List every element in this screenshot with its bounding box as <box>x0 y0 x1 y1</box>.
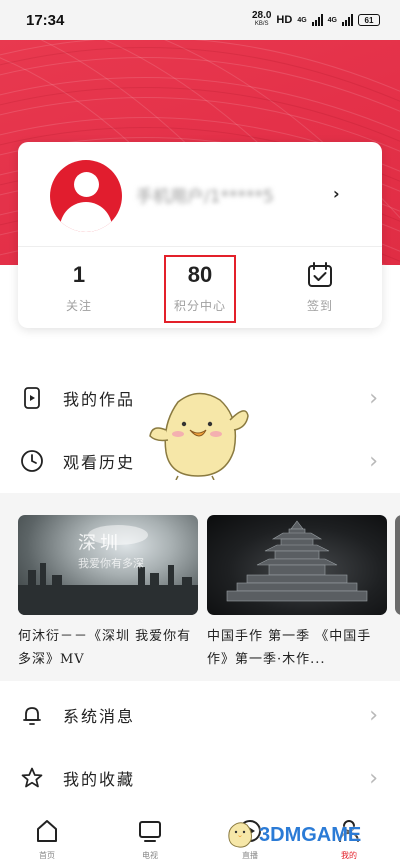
tv-icon <box>139 821 161 842</box>
my-favorites-label: 我的收藏 <box>63 770 136 789</box>
nav-home[interactable]: 首页 <box>12 818 82 861</box>
signal-label-2: 4G <box>327 16 337 24</box>
highlight-annotation-box <box>164 255 236 323</box>
system-messages-label: 系统消息 <box>63 707 136 726</box>
checkin-icon-wrap <box>270 260 370 290</box>
clock-icon <box>21 450 43 472</box>
follow-count: 1 <box>72 262 86 287</box>
checkin-stat[interactable]: 签到 <box>270 260 370 314</box>
calendar-check-icon <box>308 262 332 287</box>
phone-icon <box>24 387 40 409</box>
mascot-chick-icon <box>149 392 249 480</box>
watch-history-label: 观看历史 <box>63 453 136 472</box>
user-name[interactable]: 手机用户/1*****5 <box>136 182 274 207</box>
nav-tv-label: 电视 <box>142 851 158 860</box>
avatar-head <box>74 172 99 197</box>
avatar-body <box>60 202 112 232</box>
avatar[interactable] <box>50 160 122 232</box>
temple-model-image <box>226 520 368 602</box>
nav-profile-label: 我的 <box>341 851 357 860</box>
battery-level: 61 <box>364 15 374 25</box>
signal-bars-icon <box>311 14 323 26</box>
checkin-label: 签到 <box>306 299 333 313</box>
status-time: 17:34 <box>26 11 65 29</box>
site-watermark: 3DMGAME <box>225 820 361 850</box>
bell-icon <box>23 707 41 725</box>
battery-icon: 61 <box>358 14 380 26</box>
chevron-right-icon: › <box>369 702 378 728</box>
nav-live-label: 直播 <box>242 851 258 860</box>
network-speed-unit: KB/S <box>254 21 269 27</box>
chevron-right-icon: › <box>369 765 378 791</box>
nav-tv[interactable]: 电视 <box>115 818 185 861</box>
video-1-overlay-subtitle: 我爱你有多深 <box>78 557 144 570</box>
recommended-videos: 深圳 我爱你有多深 何沐衍－－《深圳 我爱你有多深》MV 中国手作 第一季 《中… <box>0 493 400 681</box>
card-divider <box>18 246 382 247</box>
chevron-right-icon: › <box>369 448 378 474</box>
chevron-right-icon: › <box>369 385 378 411</box>
network-speed: 28.0 KB/S <box>251 10 272 28</box>
signal-bars-icon-2 <box>342 14 353 26</box>
follow-stat[interactable]: 1 关注 <box>29 260 129 314</box>
video-2-title[interactable]: 中国手作 第一季 《中国手作》第一季·木作... <box>207 625 387 671</box>
status-bar: 17:34 28.0 KB/S HD 4G 4G 61 <box>0 0 400 40</box>
nav-home-label: 首页 <box>39 851 55 860</box>
video-1-title[interactable]: 何沐衍－－《深圳 我爱你有多深》MV <box>18 625 198 671</box>
profile-arrow-icon[interactable]: › <box>333 184 340 203</box>
hd-indicator: HD <box>276 14 293 26</box>
video-thumbnail-3[interactable] <box>395 515 400 615</box>
signal-label-1: 4G <box>297 16 307 24</box>
menu-my-favorites[interactable]: 我的收藏 › <box>0 747 400 809</box>
home-icon <box>37 820 57 842</box>
menu-system-messages[interactable]: 系统消息 › <box>0 684 400 746</box>
status-indicators: 28.0 KB/S HD 4G 4G 61 <box>251 10 380 28</box>
video-thumbnail-2[interactable] <box>207 515 387 615</box>
video-1-overlay-title: 深圳 <box>78 533 122 554</box>
my-works-label: 我的作品 <box>63 390 136 409</box>
video-thumbnail-1[interactable]: 深圳 我爱你有多深 <box>18 515 198 615</box>
profile-card: 手机用户/1*****5 › 1 关注 80 积分中心 签到 <box>18 142 382 328</box>
follow-label: 关注 <box>65 299 92 313</box>
network-speed-value: 28.0 <box>251 10 272 21</box>
star-icon <box>21 767 43 788</box>
watermark-text: 3DMGAME <box>259 823 362 846</box>
watermark-chick-logo-icon <box>228 822 252 848</box>
